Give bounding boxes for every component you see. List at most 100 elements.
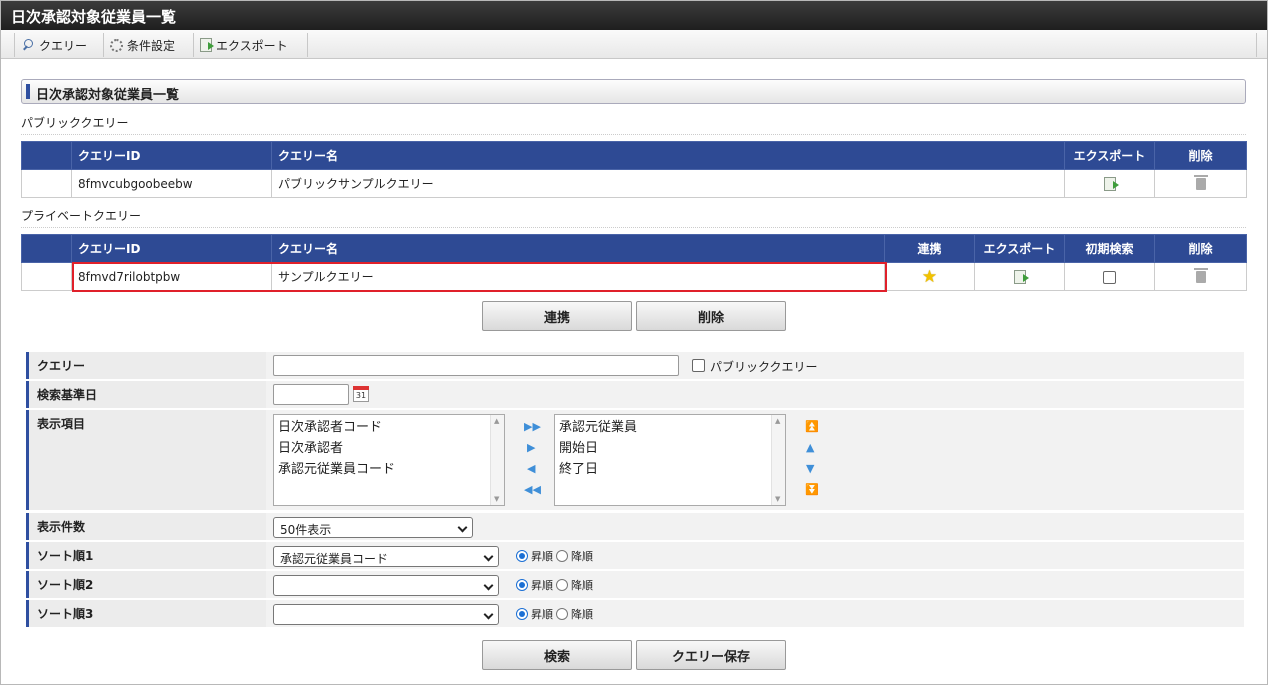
sort3-desc-radio[interactable] (556, 608, 568, 620)
public-name-header: クエリー名 (271, 141, 1065, 170)
base-date-input[interactable] (273, 384, 349, 405)
public-select-header (21, 141, 72, 170)
table-row[interactable]: 8fmvcubgoobeebw パブリックサンプルクエリー (21, 169, 1247, 198)
private-select-header (21, 234, 72, 263)
desc-label: 降順 (571, 579, 593, 592)
move-down-icon[interactable]: ▼ (806, 462, 814, 475)
sort1-asc-radio[interactable] (516, 550, 528, 562)
search-button[interactable]: 検索 (482, 640, 632, 670)
public-query-check-label: パブリッククエリー (710, 360, 818, 374)
asc-label: 昇順 (531, 550, 553, 563)
move-right-icon[interactable]: ▶ (527, 441, 535, 454)
link-button[interactable]: 連携 (482, 301, 632, 331)
display-count-row: 表示件数 50件表示 (26, 513, 1244, 540)
query-name-cell[interactable]: サンプルクエリー (271, 262, 885, 291)
list-item[interactable]: 日次承認者コード (278, 417, 500, 438)
list-item[interactable]: 承認元従業員 (559, 417, 781, 438)
initial-search-cell (1064, 262, 1155, 291)
query-row: クエリー パブリッククエリー (26, 352, 1244, 379)
sort1-select[interactable]: 承認元従業員コード (273, 546, 499, 567)
query-toolbar-label: クエリー (39, 38, 88, 53)
move-all-right-icon[interactable]: ▶▶ (524, 420, 541, 433)
query-id-cell[interactable]: 8fmvd7rilobtpbw (71, 262, 272, 291)
move-all-left-icon[interactable]: ◀◀ (524, 483, 541, 496)
asc-label: 昇順 (531, 579, 553, 592)
move-bottom-icon[interactable]: ⏬ (805, 483, 819, 496)
conditions-toolbar-label: 条件設定 (127, 38, 176, 53)
move-up-icon[interactable]: ▲ (806, 441, 814, 454)
sort3-row: ソート順3 昇順 降順 (26, 600, 1244, 627)
desc-label: 降順 (571, 550, 593, 563)
scrollbar[interactable] (771, 415, 785, 505)
export-icon[interactable] (1013, 269, 1029, 284)
query-name-cell[interactable]: パブリックサンプルクエリー (271, 169, 1065, 198)
query-id-cell[interactable]: 8fmvcubgoobeebw (71, 169, 272, 198)
trash-icon[interactable] (1193, 175, 1208, 190)
search-icon (21, 38, 35, 52)
sort2-desc-radio[interactable] (556, 579, 568, 591)
move-top-icon[interactable]: ⏫ (805, 420, 819, 433)
export-toolbar-label: エクスポート (216, 38, 288, 53)
display-count-select[interactable]: 50件表示 (273, 517, 473, 538)
trash-icon[interactable] (1193, 268, 1208, 283)
calendar-icon[interactable]: 31 (353, 386, 369, 402)
list-item[interactable]: 承認元従業員コード (278, 459, 500, 480)
private-link-header: 連携 (884, 234, 975, 263)
desc-label: 降順 (571, 608, 593, 621)
export-icon[interactable] (1103, 176, 1119, 191)
private-table-header: クエリーID クエリー名 連携 エクスポート 初期検索 削除 (21, 234, 1247, 263)
private-delete-header: 削除 (1154, 234, 1247, 263)
link-cell: ★ (884, 262, 975, 291)
section-header: 日次承認対象従業員一覧 (21, 79, 1246, 104)
query-toolbar-button[interactable]: クエリー (14, 33, 104, 57)
conditions-toolbar-button[interactable]: 条件設定 (104, 33, 194, 57)
sort3-asc-radio[interactable] (516, 608, 528, 620)
sort2-order: 昇順 降順 (516, 577, 593, 593)
public-id-header: クエリーID (71, 141, 272, 170)
save-query-button[interactable]: クエリー保存 (636, 640, 786, 670)
toolbar-divider (1256, 33, 1257, 57)
star-icon[interactable]: ★ (922, 267, 937, 287)
window-title: 日次承認対象従業員一覧 (1, 1, 1267, 30)
public-query-checkbox[interactable] (692, 359, 705, 372)
row-select-cell[interactable] (21, 262, 72, 291)
initial-search-checkbox[interactable] (1103, 270, 1116, 284)
public-table-header: クエリーID クエリー名 エクスポート 削除 (21, 141, 1247, 170)
list-item[interactable]: 日次承認者 (278, 438, 500, 459)
private-id-header: クエリーID (71, 234, 272, 263)
list-item[interactable]: 終了日 (559, 459, 781, 480)
export-icon (200, 38, 214, 52)
private-name-header: クエリー名 (271, 234, 885, 263)
sort3-label: ソート順3 (26, 600, 266, 627)
query-input[interactable] (273, 355, 679, 376)
sort2-asc-radio[interactable] (516, 579, 528, 591)
list-item[interactable]: 開始日 (559, 438, 781, 459)
private-query-label: プライベートクエリー (21, 207, 1246, 228)
sort1-desc-radio[interactable] (556, 550, 568, 562)
delete-button[interactable]: 削除 (636, 301, 786, 331)
asc-label: 昇順 (531, 608, 553, 621)
display-items-row: 表示項目 日次承認者コード 日次承認者 承認元従業員コード ▶▶ ▶ ◀ ◀◀ … (26, 410, 1244, 510)
sort2-select[interactable] (273, 575, 499, 596)
public-export-header: エクスポート (1064, 141, 1155, 170)
private-export-header: エクスポート (974, 234, 1065, 263)
base-date-row: 検索基準日 31 (26, 381, 1244, 408)
base-date-label: 検索基準日 (26, 381, 266, 408)
public-query-label: パブリッククエリー (21, 114, 1246, 135)
sort2-label: ソート順2 (26, 571, 266, 598)
toolbar: クエリー 条件設定 エクスポート (1, 30, 1267, 59)
query-label: クエリー (26, 352, 266, 379)
scrollbar[interactable] (490, 415, 504, 505)
move-left-icon[interactable]: ◀ (527, 462, 535, 475)
public-delete-header: 削除 (1154, 141, 1247, 170)
export-toolbar-button[interactable]: エクスポート (194, 33, 308, 57)
row-select-cell[interactable] (21, 169, 72, 198)
sort3-select[interactable] (273, 604, 499, 625)
calendar-day: 31 (355, 391, 367, 400)
export-cell (974, 262, 1065, 291)
selected-items-list[interactable]: 承認元従業員 開始日 終了日 (554, 414, 786, 506)
available-items-list[interactable]: 日次承認者コード 日次承認者 承認元従業員コード (273, 414, 505, 506)
sort3-order: 昇順 降順 (516, 606, 593, 622)
delete-cell (1154, 262, 1247, 291)
table-row[interactable]: 8fmvd7rilobtpbw サンプルクエリー ★ (21, 262, 1247, 291)
